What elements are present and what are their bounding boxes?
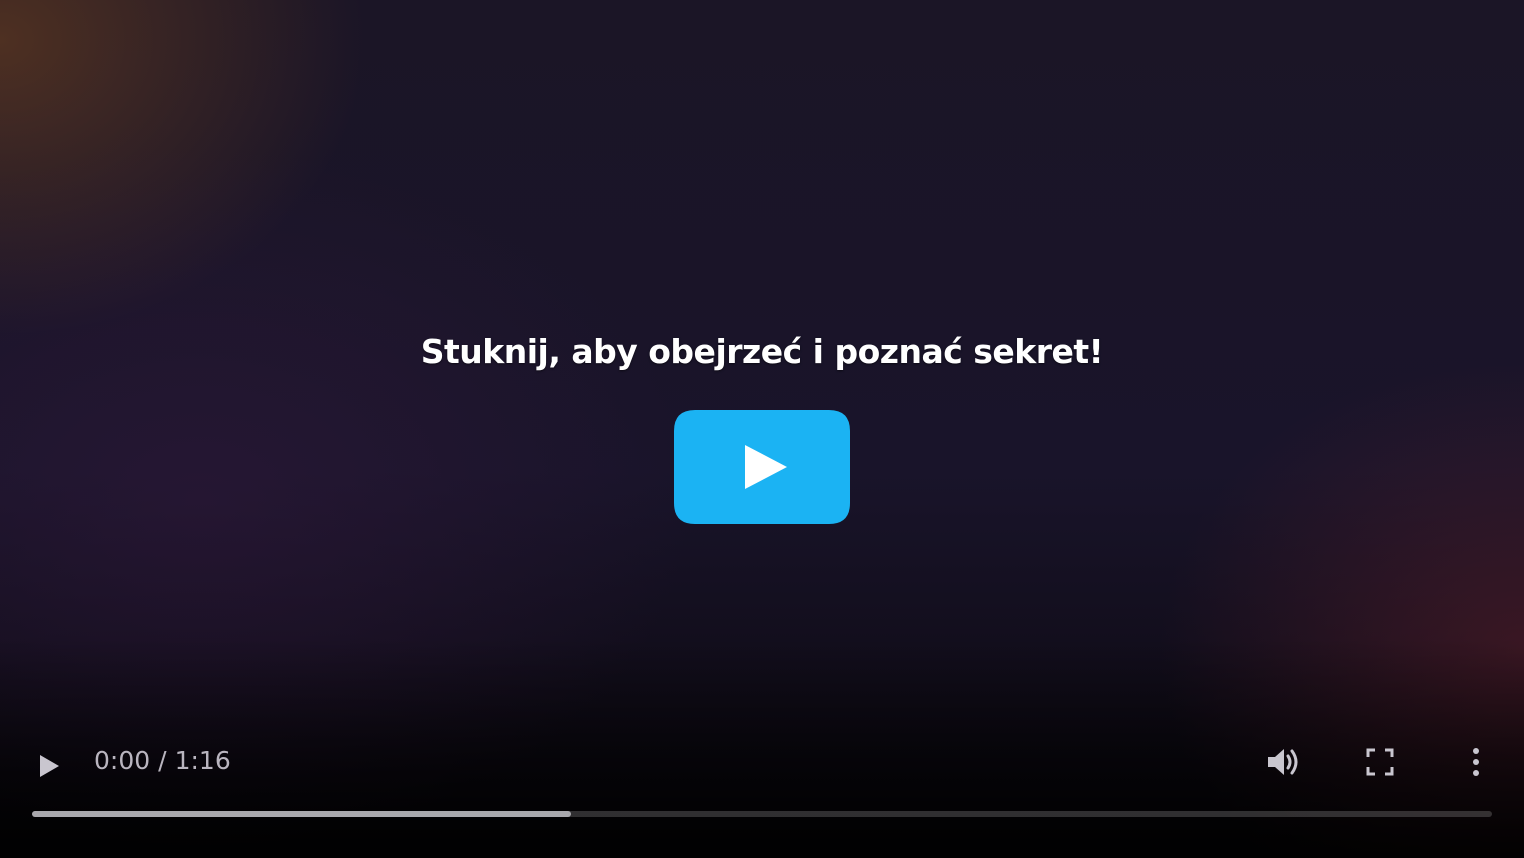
more-options-button[interactable] bbox=[1460, 741, 1492, 783]
buffered-progress bbox=[32, 811, 571, 817]
fullscreen-button[interactable] bbox=[1360, 741, 1400, 783]
big-play-button[interactable] bbox=[673, 409, 851, 525]
seek-bar[interactable] bbox=[32, 811, 1492, 817]
duration: 1:16 bbox=[174, 746, 231, 775]
current-time: 0:00 bbox=[94, 746, 151, 775]
play-icon bbox=[40, 755, 59, 777]
fullscreen-icon bbox=[1366, 748, 1394, 776]
play-icon bbox=[674, 410, 850, 524]
play-button[interactable] bbox=[28, 745, 70, 787]
more-options-icon bbox=[1473, 748, 1479, 776]
volume-icon bbox=[1268, 749, 1298, 775]
volume-button[interactable] bbox=[1260, 741, 1306, 783]
player-controls: 0:00/1:16 bbox=[0, 735, 1524, 790]
video-player[interactable]: Stuknij, aby obejrzeć i poznać sekret! 0… bbox=[0, 0, 1524, 858]
time-display: 0:00/1:16 bbox=[94, 745, 231, 777]
overlay-prompt-text: Stuknij, aby obejrzeć i poznać sekret! bbox=[420, 332, 1104, 371]
time-separator: / bbox=[158, 746, 167, 775]
